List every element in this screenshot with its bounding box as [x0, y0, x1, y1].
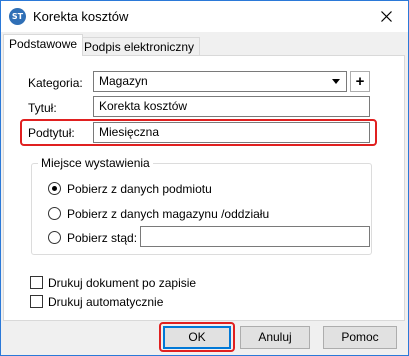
- kategoria-label: Kategoria:: [28, 76, 83, 90]
- title-bar: ST Korekta kosztów: [1, 1, 408, 32]
- add-category-button[interactable]: +: [350, 71, 370, 92]
- dialog-window: ST Korekta kosztów Podstawowe Podpis ele…: [0, 0, 409, 356]
- help-button[interactable]: Pomoc: [323, 326, 397, 349]
- kategoria-select[interactable]: Magazyn: [93, 71, 347, 92]
- group-title: Miejsce wystawienia: [38, 156, 153, 170]
- checkbox-drukuj-po-zapisie-label[interactable]: Drukuj dokument po zapisie: [48, 276, 196, 290]
- tytul-label: Tytuł:: [28, 101, 57, 115]
- app-logo-icon: ST: [9, 8, 26, 25]
- close-button[interactable]: [368, 1, 404, 31]
- kategoria-value: Magazyn: [99, 74, 148, 88]
- tab-podpis-elektroniczny[interactable]: Podpis elektroniczny: [78, 37, 201, 56]
- podtytul-label: Podtytuł:: [28, 126, 75, 140]
- chevron-down-icon: [332, 79, 340, 84]
- podtytul-input[interactable]: Miesięczna: [93, 122, 370, 143]
- close-icon: [380, 10, 392, 22]
- radio-pobierz-stad[interactable]: [48, 231, 61, 244]
- radio-dane-magazynu-label[interactable]: Pobierz z danych magazynu /oddziału: [67, 207, 269, 221]
- ok-button[interactable]: OK: [163, 326, 231, 349]
- checkbox-drukuj-po-zapisie[interactable]: [30, 276, 43, 289]
- checkbox-drukuj-automatycznie[interactable]: [30, 295, 43, 308]
- cancel-button[interactable]: Anuluj: [240, 326, 310, 349]
- pobierz-stad-input[interactable]: [140, 226, 370, 247]
- checkbox-drukuj-automatycznie-label[interactable]: Drukuj automatycznie: [48, 295, 163, 309]
- radio-dane-podmiotu[interactable]: [48, 182, 61, 195]
- tytul-input[interactable]: Korekta kosztów: [93, 96, 370, 117]
- tab-podstawowe[interactable]: Podstawowe: [3, 34, 84, 56]
- radio-dane-podmiotu-label[interactable]: Pobierz z danych podmiotu: [67, 182, 212, 196]
- window-title: Korekta kosztów: [33, 9, 129, 24]
- tab-panel-podstawowe: Kategoria: Magazyn + Tytuł: Korekta kosz…: [3, 55, 405, 321]
- radio-pobierz-stad-label[interactable]: Pobierz stąd:: [67, 231, 137, 245]
- radio-dane-magazynu[interactable]: [48, 207, 61, 220]
